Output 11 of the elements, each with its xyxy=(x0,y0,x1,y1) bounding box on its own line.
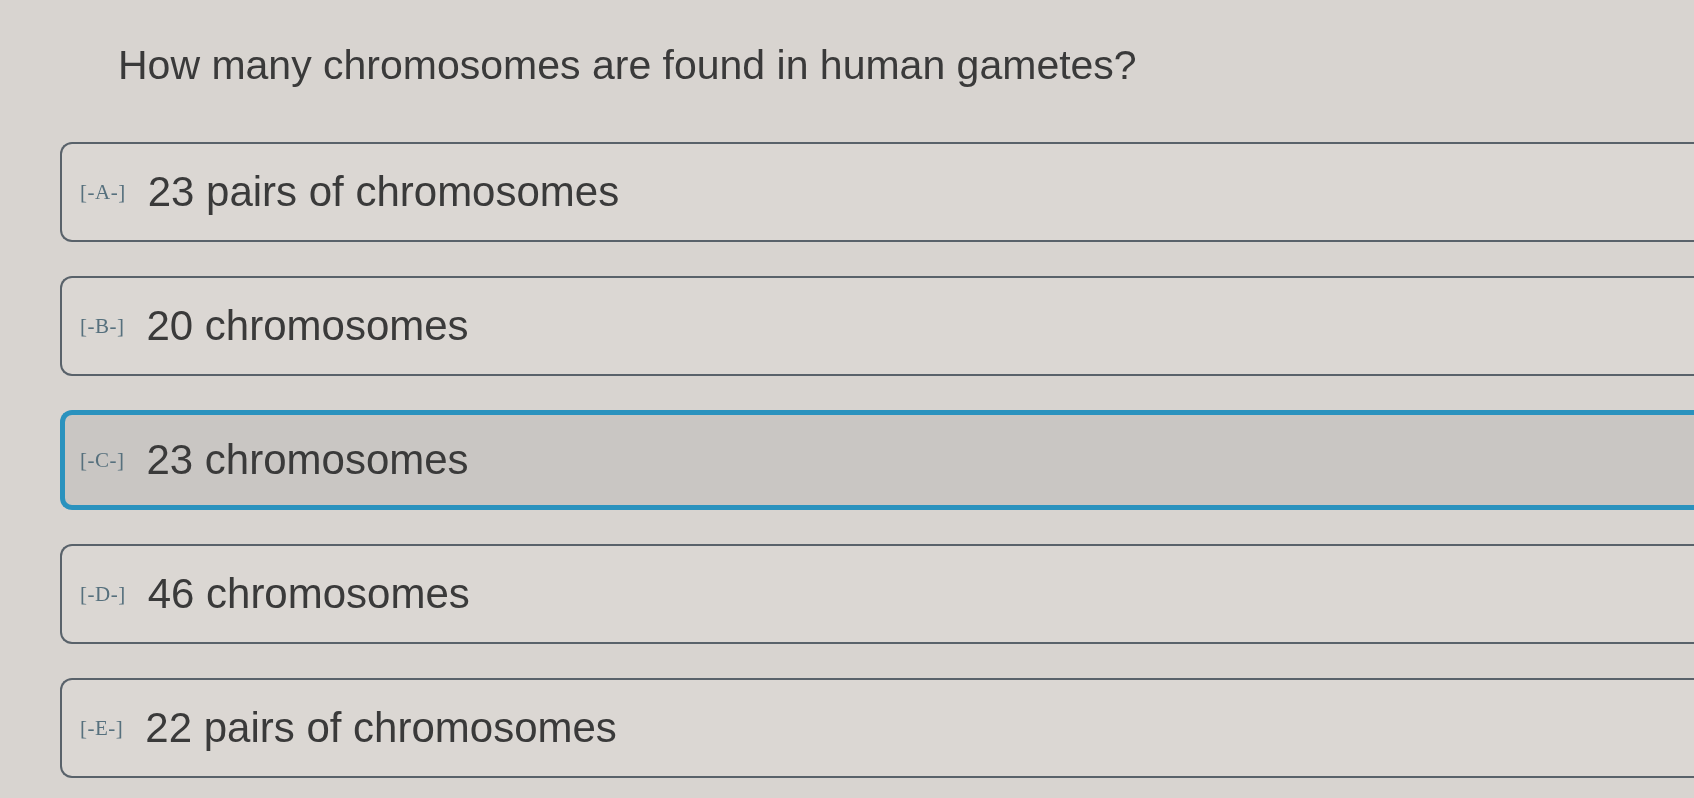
answer-option[interactable]: [-D-] 46 chromosomes xyxy=(60,544,1694,644)
option-letter: [-B-] xyxy=(80,313,125,339)
answer-option[interactable]: [-C-] 23 chromosomes xyxy=(60,410,1694,510)
option-letter: [-A-] xyxy=(80,179,126,205)
answer-option[interactable]: [-A-] 23 pairs of chromosomes xyxy=(60,142,1694,242)
option-letter: [-D-] xyxy=(80,581,126,607)
option-letter: [-E-] xyxy=(80,715,124,741)
question-text: How many chromosomes are found in human gametes? xyxy=(117,41,1138,90)
answer-option[interactable]: [-B-] 20 chromosomes xyxy=(60,276,1694,376)
answer-option[interactable]: [-E-] 22 pairs of chromosomes xyxy=(60,678,1694,778)
option-letter: [-C-] xyxy=(80,447,125,473)
